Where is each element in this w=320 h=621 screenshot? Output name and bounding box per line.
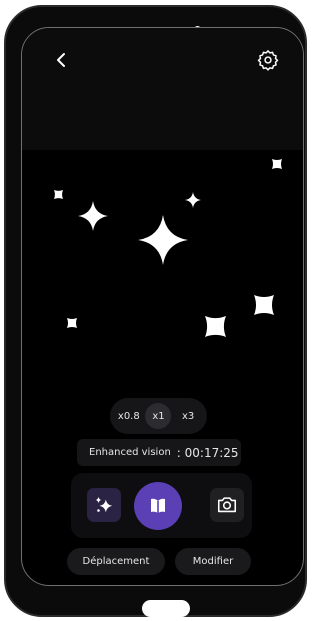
camera-button[interactable] xyxy=(210,488,244,522)
sparkle-icon xyxy=(185,192,201,208)
controls-bar xyxy=(71,473,252,538)
gear-icon xyxy=(257,50,279,71)
back-button[interactable] xyxy=(52,50,72,70)
chevron-left-icon xyxy=(57,53,65,67)
deplacement-button[interactable]: Déplacement xyxy=(67,548,165,575)
zoom-option-0-8[interactable]: x0.8 xyxy=(116,403,142,429)
sparkle-icon xyxy=(67,318,77,328)
sparkle-icon xyxy=(95,496,113,513)
enhance-button[interactable] xyxy=(87,488,121,522)
zoom-option-1[interactable]: x1 xyxy=(145,403,172,429)
camera-icon xyxy=(217,497,237,513)
settings-button[interactable] xyxy=(257,49,279,71)
home-button[interactable] xyxy=(142,600,190,617)
top-bar xyxy=(22,28,303,150)
sparkle-icon xyxy=(254,295,274,315)
sparkle-icon xyxy=(138,215,188,265)
sparkle-icon xyxy=(54,190,63,199)
modifier-button[interactable]: Modifier xyxy=(175,548,251,575)
sparkle-icon xyxy=(272,159,282,169)
sparkle-icon xyxy=(78,201,108,231)
app-screen: x0.8 x1 x3 Enhanced vision : 00:17:25 Dé… xyxy=(21,27,304,586)
vision-mode-label: Enhanced vision xyxy=(89,447,171,458)
zoom-option-3[interactable]: x3 xyxy=(175,403,201,429)
read-button[interactable] xyxy=(134,482,182,530)
zoom-selector: x0.8 x1 x3 xyxy=(110,398,207,434)
phone-frame: x0.8 x1 x3 Enhanced vision : 00:17:25 Dé… xyxy=(4,5,307,617)
book-icon xyxy=(151,498,165,513)
session-timer: : 00:17:25 xyxy=(176,445,239,460)
sparkle-icon xyxy=(205,316,226,337)
vision-status: Enhanced vision : 00:17:25 xyxy=(77,439,241,466)
